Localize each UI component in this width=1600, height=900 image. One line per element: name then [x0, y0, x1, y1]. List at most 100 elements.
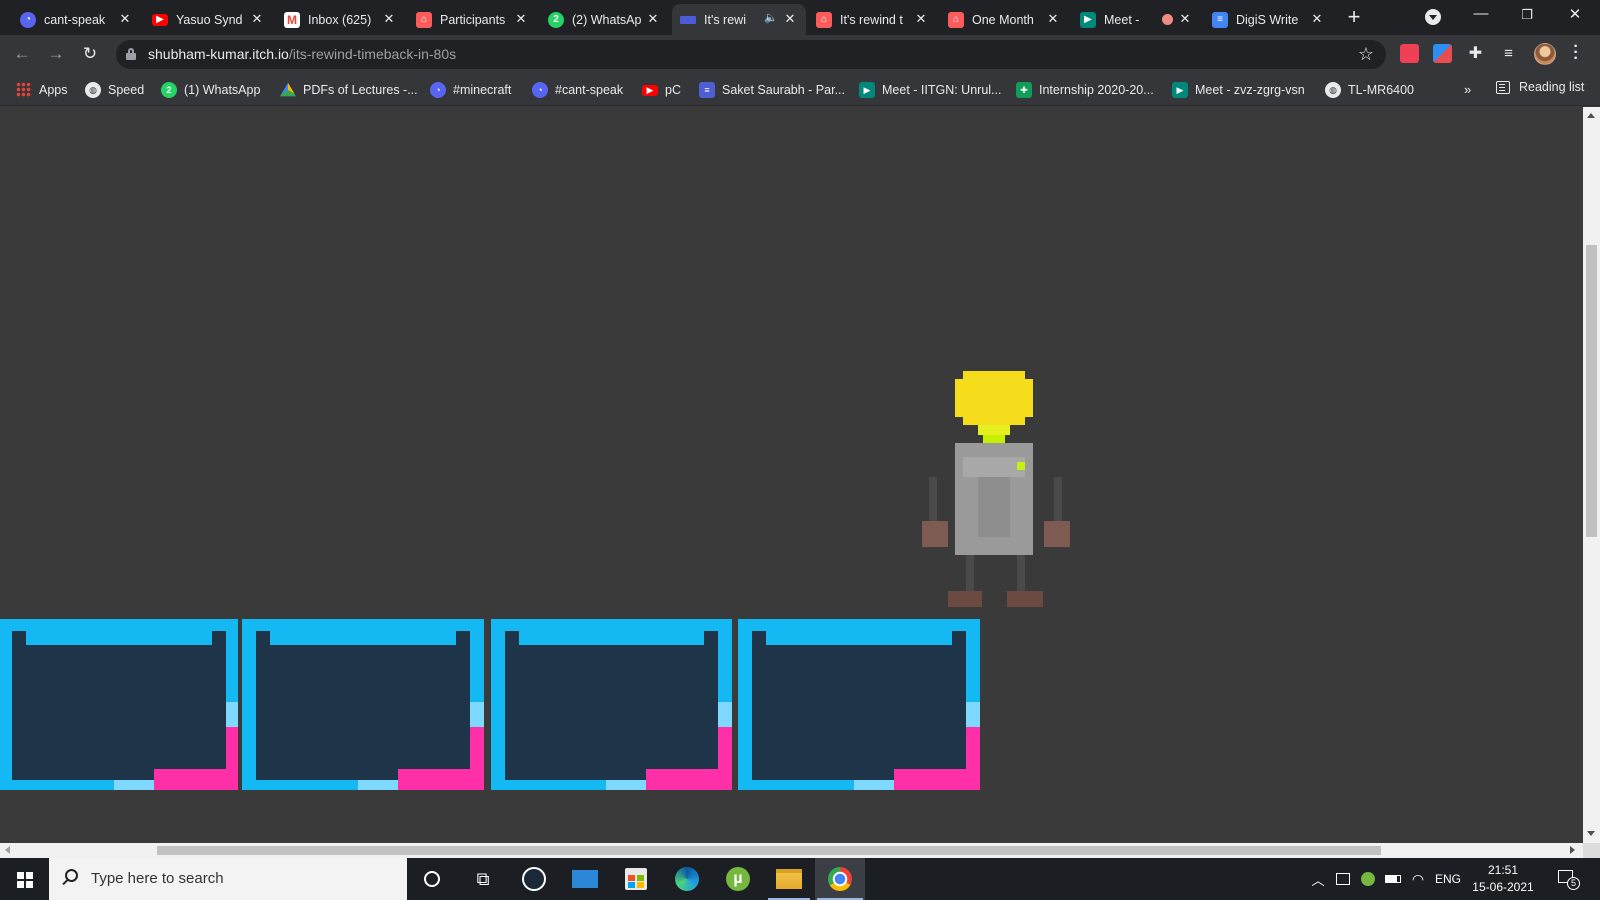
speaker-icon[interactable]: 🔈 [764, 11, 778, 24]
address-bar[interactable]: shubham-kumar.itch.io/its-rewind-timebac… [116, 40, 1386, 69]
input-language-indicator[interactable]: ENG [1433, 858, 1463, 900]
close-tab-icon[interactable]: ✕ [645, 11, 661, 27]
tab-strip: ◔ cant-speak ✕ ▶ Yasuo Synd ✕ M Inbox (6… [0, 0, 1600, 35]
tab-gmail[interactable]: M Inbox (625) ✕ [276, 4, 405, 35]
pocket-extension-icon[interactable] [1400, 44, 1419, 63]
close-tab-icon[interactable]: ✕ [913, 11, 929, 27]
scroll-left-icon[interactable] [5, 846, 10, 854]
tab-participants[interactable]: ⌂ Participants ✕ [408, 4, 537, 35]
right-hand [1044, 521, 1070, 547]
bookmark-apps[interactable]: Apps [16, 80, 68, 100]
whatsapp-icon: 2 [548, 11, 564, 28]
new-tab-button[interactable]: + [1342, 6, 1366, 28]
right-foot [1007, 591, 1043, 607]
scroll-down-icon[interactable] [1587, 831, 1595, 836]
itch-icon: ⌂ [416, 11, 432, 28]
game-scene[interactable] [0, 107, 1583, 843]
meet-icon: ▶ [1080, 11, 1096, 28]
notification-count-badge: 5 [1567, 877, 1580, 890]
tab-cant-speak[interactable]: ◔ cant-speak ✕ [12, 4, 141, 35]
lock-icon[interactable] [126, 48, 136, 60]
bookmark-pdfs[interactable]: PDFs of Lectures -... [280, 80, 418, 100]
bookmark-cant-speak[interactable]: ◔ #cant-speak [532, 80, 623, 100]
discord-icon: ◔ [430, 82, 446, 98]
bookmark-minecraft[interactable]: ◔ #minecraft [430, 80, 511, 100]
taskbar-chrome[interactable] [815, 858, 865, 900]
battery-icon[interactable] [1383, 858, 1403, 900]
horizontal-scroll-thumb[interactable] [157, 846, 1381, 855]
tab-active-game[interactable]: It's rewi 🔈 ✕ [672, 4, 806, 35]
platform [491, 619, 732, 790]
notification-center-button[interactable]: 5 [1556, 868, 1580, 890]
close-tab-icon[interactable]: ✕ [1045, 11, 1061, 27]
tray-utorrent[interactable] [1358, 858, 1378, 900]
apps-grid-icon [16, 82, 32, 98]
show-hidden-icons-button[interactable]: ︿ [1308, 858, 1328, 900]
close-tab-icon[interactable]: ✕ [381, 11, 397, 27]
profile-avatar[interactable] [1534, 43, 1556, 65]
windows-security-icon [1336, 873, 1350, 885]
media-control-icon[interactable]: ≡ [1499, 44, 1518, 63]
bookmark-meet-zvz[interactable]: ▶ Meet - zvz-zgrg-vsn [1172, 80, 1305, 100]
wifi-icon[interactable]: ◠ [1408, 858, 1428, 900]
back-button[interactable]: ← [12, 44, 32, 64]
tab-youtube[interactable]: ▶ Yasuo Synd ✕ [144, 4, 273, 35]
cortana-circle-icon [424, 871, 440, 887]
close-tab-icon[interactable]: ✕ [117, 11, 133, 27]
bookmark-saket[interactable]: ≡ Saket Saurabh - Par... [699, 80, 845, 100]
bookmark-speed[interactable]: ◍ Speed [85, 80, 144, 100]
tab-whatsapp[interactable]: 2 (2) WhatsAp ✕ [540, 4, 669, 35]
bookmark-tl-mr6400[interactable]: ◍ TL-MR6400 [1325, 80, 1414, 100]
bookmark-star-icon[interactable]: ☆ [1358, 44, 1374, 65]
close-tab-icon[interactable]: ✕ [249, 11, 265, 27]
close-tab-icon[interactable]: ✕ [782, 11, 798, 27]
bookmark-pc[interactable]: ▶ pC [642, 80, 681, 100]
bookmark-internship[interactable]: ✚ Internship 2020-20... [1016, 80, 1154, 100]
vertical-scroll-thumb[interactable] [1586, 245, 1597, 537]
tab-docs[interactable]: ≡ DigiS Write ✕ [1204, 4, 1333, 35]
recording-icon [1162, 14, 1173, 25]
close-tab-icon[interactable]: ✕ [1309, 11, 1325, 27]
start-button[interactable] [0, 858, 49, 900]
bookmark-meet-iitgn[interactable]: ▶ Meet - IITGN: Unrul... [859, 80, 1001, 100]
tab-one-month[interactable]: ⌂ One Month ✕ [940, 4, 1069, 35]
tab-search-icon[interactable] [1425, 9, 1441, 25]
vertical-scrollbar[interactable] [1583, 107, 1600, 843]
player-character [922, 371, 1070, 607]
folder-icon [776, 869, 802, 889]
extension-icon[interactable] [1433, 44, 1452, 63]
search-icon [65, 869, 78, 882]
more-bookmarks-button[interactable]: » [1464, 82, 1471, 97]
taskbar-store[interactable] [611, 858, 661, 900]
close-tab-icon[interactable]: ✕ [513, 11, 529, 27]
taskbar-mail[interactable] [560, 858, 610, 900]
forward-button[interactable]: → [46, 44, 66, 64]
minimize-button[interactable]: — [1466, 5, 1496, 22]
taskbar-search-box[interactable]: Type here to search [49, 858, 407, 900]
taskbar-steam[interactable] [509, 858, 559, 900]
scroll-right-icon[interactable] [1570, 846, 1575, 854]
reading-list-icon [1496, 80, 1510, 94]
horizontal-scrollbar[interactable] [0, 843, 1583, 858]
close-window-button[interactable]: ✕ [1560, 5, 1590, 23]
taskbar-edge[interactable] [662, 858, 712, 900]
forms-icon: ≡ [699, 82, 715, 98]
tab-itch-rewind[interactable]: ⌂ It's rewind t ✕ [808, 4, 937, 35]
close-tab-icon[interactable]: ✕ [1177, 11, 1193, 27]
tray-app-icon[interactable] [1333, 858, 1353, 900]
url-text[interactable]: shubham-kumar.itch.io/its-rewind-timebac… [148, 46, 456, 62]
menu-kebab-icon[interactable]: · · · [1572, 39, 1580, 67]
cortana-button[interactable] [407, 858, 457, 900]
taskbar-file-explorer[interactable] [764, 858, 814, 900]
taskbar-utorrent[interactable]: µ [713, 858, 763, 900]
puzzle-extensions-icon[interactable]: ✚ [1466, 44, 1485, 63]
reading-list-button[interactable]: Reading list [1496, 80, 1584, 94]
bookmark-whatsapp[interactable]: 2 (1) WhatsApp [161, 80, 260, 100]
game-canvas[interactable] [0, 107, 1583, 843]
scroll-up-icon[interactable] [1587, 113, 1595, 118]
restore-button[interactable]: ❐ [1512, 7, 1542, 23]
tab-meet[interactable]: ▶ Meet - ✕ [1072, 4, 1201, 35]
task-view-button[interactable]: ⧉ [458, 858, 508, 900]
reload-button[interactable]: ↻ [80, 44, 100, 64]
taskbar-clock[interactable]: 21:51 15-06-2021 [1462, 862, 1544, 896]
